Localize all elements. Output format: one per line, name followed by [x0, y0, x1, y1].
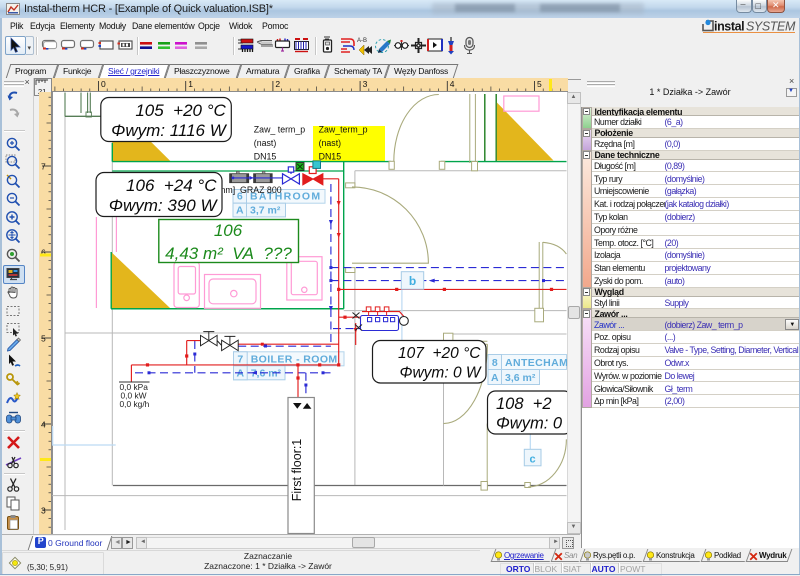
svg-text:Φwym: 1116 W: Φwym: 1116 W: [111, 121, 228, 140]
svg-text:1: 1: [188, 79, 193, 89]
svg-text:108 +2: 108 +2: [496, 395, 552, 413]
svg-text:5: 5: [537, 79, 542, 89]
svg-text:3,7 m²: 3,7 m²: [250, 204, 281, 216]
svg-text:A: A: [236, 204, 244, 216]
svg-text:3,6 m²: 3,6 m²: [505, 372, 536, 384]
svg-text:4,43 m² VA ???: 4,43 m² VA ???: [165, 244, 292, 263]
svg-text:(nast): (nast): [319, 138, 342, 148]
svg-text:4: 4: [449, 79, 454, 89]
svg-text:DN15: DN15: [254, 151, 277, 161]
svg-text:107 +20 °C: 107 +20 °C: [398, 345, 481, 362]
svg-text:BOILER - ROOM: BOILER - ROOM: [251, 353, 338, 365]
svg-text:7: 7: [41, 162, 46, 172]
svg-text:4: 4: [41, 420, 46, 430]
svg-text:instal: instal: [714, 20, 744, 34]
svg-text:Zaw_term_p: Zaw_term_p: [319, 125, 368, 135]
svg-text:Zaw_ term_p: Zaw_ term_p: [254, 125, 305, 135]
svg-text:5: 5: [41, 334, 46, 344]
svg-text:3: 3: [41, 506, 46, 516]
svg-text:7: 7: [237, 353, 243, 365]
svg-text:8: 8: [492, 357, 498, 369]
svg-text:First floor:1: First floor:1: [290, 439, 304, 502]
svg-text:SYSTEM: SYSTEM: [746, 20, 796, 34]
svg-text:0: 0: [101, 79, 106, 89]
svg-text:106 +24 °C: 106 +24 °C: [126, 176, 217, 195]
svg-text:Φwym: 0: Φwym: 0: [496, 415, 563, 433]
svg-text:105 +20 °C: 105 +20 °C: [135, 101, 226, 120]
svg-text:0,0 kg/h: 0,0 kg/h: [120, 399, 150, 409]
svg-text:Φwym: 390 W: Φwym: 390 W: [109, 196, 219, 215]
svg-text:nm] GRAZ 800: nm] GRAZ 800: [221, 185, 282, 195]
svg-text:c: c: [530, 453, 536, 465]
svg-text:b: b: [409, 274, 416, 288]
svg-text:106: 106: [214, 221, 243, 240]
svg-text:Φwym: 0 W: Φwym: 0 W: [400, 365, 482, 382]
svg-text:A-B: A-B: [357, 38, 367, 44]
svg-text:(nast): (nast): [254, 138, 277, 148]
svg-text:3: 3: [362, 79, 367, 89]
svg-text:2: 2: [275, 79, 280, 89]
svg-text:A: A: [491, 372, 499, 384]
svg-text:ANTECHAM: ANTECHAM: [505, 357, 567, 369]
svg-text:DN15: DN15: [319, 151, 342, 161]
